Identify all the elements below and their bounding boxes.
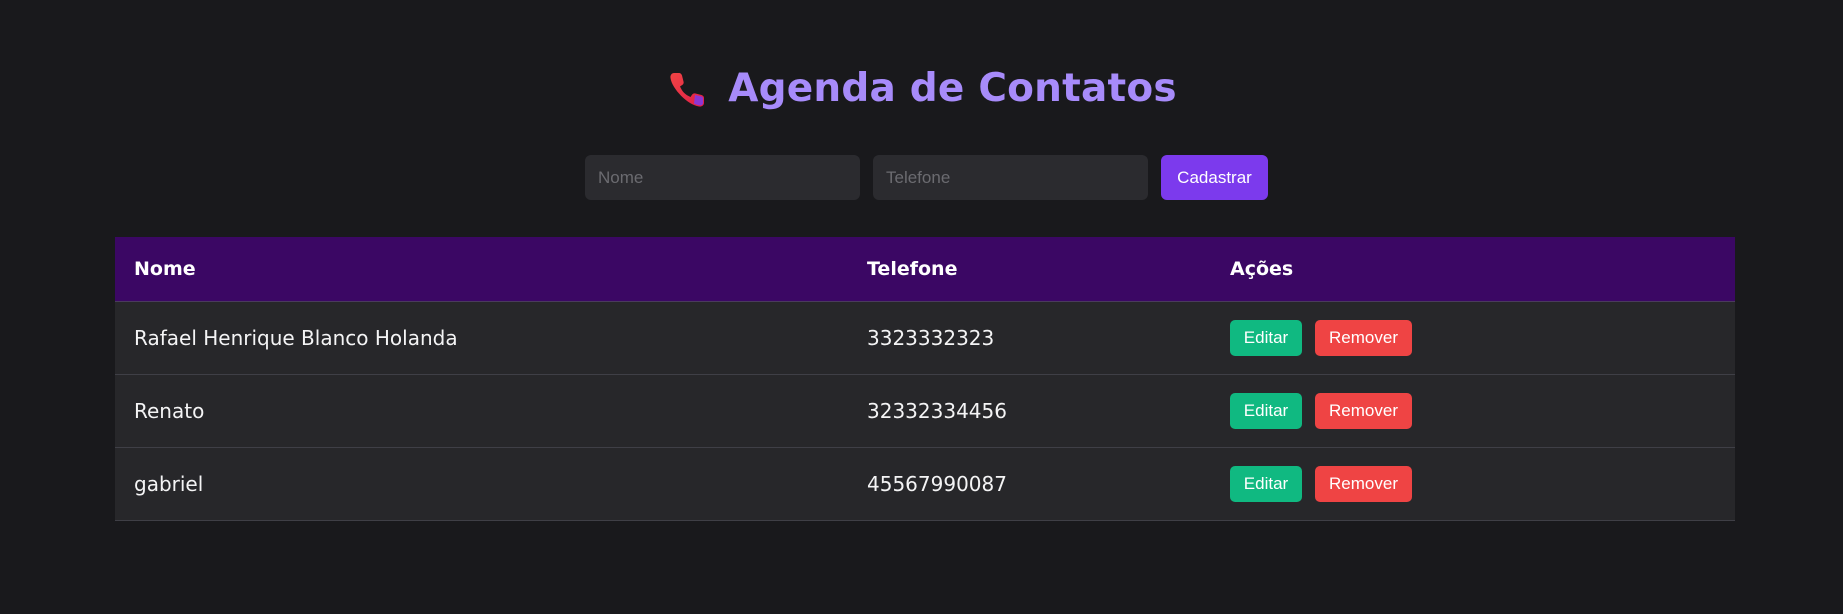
edit-button[interactable]: Editar [1230,393,1302,429]
table-row: Rafael Henrique Blanco Holanda 332333232… [115,301,1735,375]
contact-phone: 45567990087 [848,447,1211,521]
edit-button[interactable]: Editar [1230,466,1302,502]
name-input[interactable] [585,155,860,200]
contact-name: Rafael Henrique Blanco Holanda [115,301,848,375]
edit-button[interactable]: Editar [1230,320,1302,356]
remove-button[interactable]: Remover [1315,320,1412,356]
column-header-actions: Ações [1211,237,1735,302]
column-header-name: Nome [115,237,848,302]
contacts-table: Nome Telefone Ações Rafael Henrique Blan… [115,237,1735,521]
table-row: gabriel 45567990087 Editar Remover [115,447,1735,521]
contact-name: Renato [115,374,848,448]
phone-icon [666,67,710,111]
row-actions: Editar Remover [1211,447,1735,521]
column-header-phone: Telefone [848,237,1211,302]
remove-button[interactable]: Remover [1315,466,1412,502]
page-header: Agenda de Contatos [0,66,1843,111]
table-header: Nome Telefone Ações [115,237,1735,302]
contact-phone: 3323332323 [848,301,1211,375]
actions-group: Editar Remover [1230,466,1735,502]
table-header-row: Nome Telefone Ações [115,237,1735,302]
contact-form: Cadastrar [585,155,1268,200]
phone-input[interactable] [873,155,1148,200]
table-row: Renato 32332334456 Editar Remover [115,374,1735,448]
contacts-table-container: Nome Telefone Ações Rafael Henrique Blan… [115,237,1735,521]
row-actions: Editar Remover [1211,301,1735,375]
remove-button[interactable]: Remover [1315,393,1412,429]
row-actions: Editar Remover [1211,374,1735,448]
contact-phone: 32332334456 [848,374,1211,448]
contacts-page: Agenda de Contatos Cadastrar Nome Telefo… [0,0,1843,614]
cadastrar-button[interactable]: Cadastrar [1161,155,1268,200]
actions-group: Editar Remover [1230,393,1735,429]
table-body: Rafael Henrique Blanco Holanda 332333232… [115,301,1735,521]
contact-name: gabriel [115,447,848,521]
actions-group: Editar Remover [1230,320,1735,356]
page-title: Agenda de Contatos [728,66,1177,111]
